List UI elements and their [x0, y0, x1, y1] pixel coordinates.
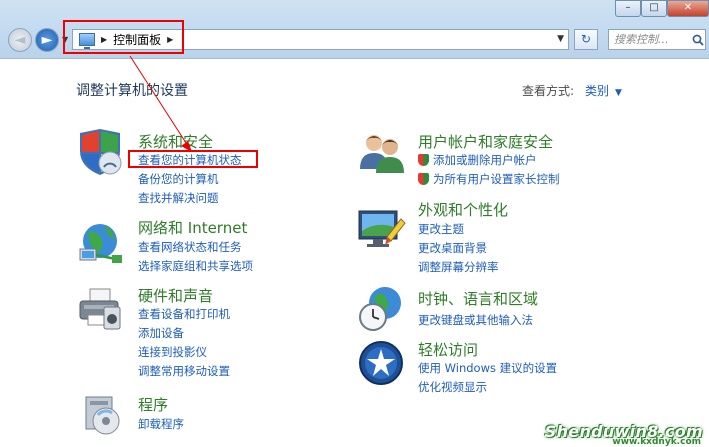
recent-pages-dropdown[interactable]: ▼ [62, 35, 68, 44]
refresh-button[interactable]: ↻ [574, 29, 598, 50]
display-icon[interactable] [357, 207, 407, 255]
forward-arrow-icon: ► [41, 32, 53, 48]
back-button[interactable]: ◄ [8, 28, 32, 52]
ease-of-access-icon[interactable] [357, 339, 407, 387]
shield-icon[interactable] [76, 129, 126, 177]
link-change-theme[interactable]: 更改主题 [418, 221, 464, 237]
link-view-computer-status[interactable]: 查看您的计算机状态 [138, 152, 242, 168]
window-controls: – □ ✕ [615, 0, 709, 17]
category-title-programs[interactable]: 程序 [138, 394, 168, 415]
breadcrumb-separator-icon[interactable]: ▶ [101, 35, 107, 44]
link-parental-controls-label: 为所有用户设置家长控制 [433, 172, 560, 186]
link-windows-recommended-settings[interactable]: 使用 Windows 建议的设置 [418, 360, 557, 376]
link-uninstall-program[interactable]: 卸载程序 [138, 416, 184, 432]
link-add-remove-accounts-label: 添加或删除用户帐户 [433, 153, 537, 167]
control-panel-icon [79, 33, 95, 49]
uac-shield-icon [418, 154, 429, 166]
maximize-button[interactable]: □ [641, 0, 667, 17]
category-title-user-accounts[interactable]: 用户帐户和家庭安全 [418, 131, 553, 152]
uac-shield-icon [418, 173, 429, 185]
category-title-appearance[interactable]: 外观和个性化 [418, 199, 508, 220]
link-desktop-background[interactable]: 更改桌面背景 [418, 240, 487, 256]
clock-globe-icon[interactable] [357, 285, 407, 333]
page-title: 调整计算机的设置 [76, 83, 188, 99]
printer-icon[interactable] [76, 285, 126, 333]
link-network-status[interactable]: 查看网络状态和任务 [138, 239, 242, 255]
category-title-hardware-sound[interactable]: 硬件和声音 [138, 285, 213, 306]
network-icon[interactable] [76, 219, 126, 267]
category-title-clock-language-region[interactable]: 时钟、语言和区域 [418, 288, 538, 309]
search-icon[interactable] [692, 34, 704, 46]
view-by-dropdown[interactable]: 类别 ▼ [585, 82, 622, 99]
minimize-button[interactable]: – [615, 0, 641, 17]
link-backup-computer[interactable]: 备份您的计算机 [138, 171, 219, 187]
breadcrumb-control-panel[interactable]: 控制面板 [113, 31, 161, 48]
link-parental-controls[interactable]: 为所有用户设置家长控制 [418, 171, 560, 187]
programs-icon[interactable] [76, 391, 126, 439]
link-keyboard-input[interactable]: 更改键盘或其他输入法 [418, 312, 533, 328]
link-devices-printers[interactable]: 查看设备和打印机 [138, 306, 230, 322]
link-optimize-video[interactable]: 优化视频显示 [418, 379, 487, 395]
link-add-remove-accounts[interactable]: 添加或删除用户帐户 [418, 152, 537, 168]
chevron-down-icon: ▼ [615, 88, 622, 98]
control-panel-content: 调整计算机的设置 查看方式: 类别 ▼ 系统和安全 查看您的计算机状态 备份您的计… [0, 58, 709, 447]
link-troubleshoot[interactable]: 查找并解决问题 [138, 190, 219, 206]
category-title-network[interactable]: 网络和 Internet [138, 217, 247, 238]
search-box[interactable] [608, 29, 706, 50]
window-chrome: – □ ✕ ◄ ► ▼ ▶ 控制面板 ▶ ▼ ↻ [0, 0, 709, 58]
forward-button[interactable]: ► [35, 28, 59, 52]
link-screen-resolution[interactable]: 调整屏幕分辨率 [418, 259, 499, 275]
refresh-icon: ↻ [580, 32, 592, 46]
address-bar[interactable]: ▶ 控制面板 ▶ ▼ [72, 29, 569, 50]
address-dropdown-icon[interactable]: ▼ [557, 34, 564, 44]
category-title-system-security[interactable]: 系统和安全 [138, 131, 213, 152]
view-by-label: 查看方式: [522, 84, 575, 98]
users-icon[interactable] [357, 129, 407, 177]
back-arrow-icon: ◄ [14, 32, 26, 48]
link-homegroup-sharing[interactable]: 选择家庭组和共享选项 [138, 258, 253, 274]
breadcrumb-separator-icon[interactable]: ▶ [167, 35, 173, 44]
link-add-device[interactable]: 添加设备 [138, 325, 184, 341]
watermark-url: www.kxdnyk.com [612, 437, 701, 447]
link-connect-projector[interactable]: 连接到投影仪 [138, 344, 207, 360]
search-input[interactable] [614, 30, 692, 49]
close-button[interactable]: ✕ [667, 0, 709, 17]
view-by-value: 类别 [585, 84, 610, 98]
link-mobility-settings[interactable]: 调整常用移动设置 [138, 363, 230, 379]
category-title-ease-of-access[interactable]: 轻松访问 [418, 339, 478, 360]
